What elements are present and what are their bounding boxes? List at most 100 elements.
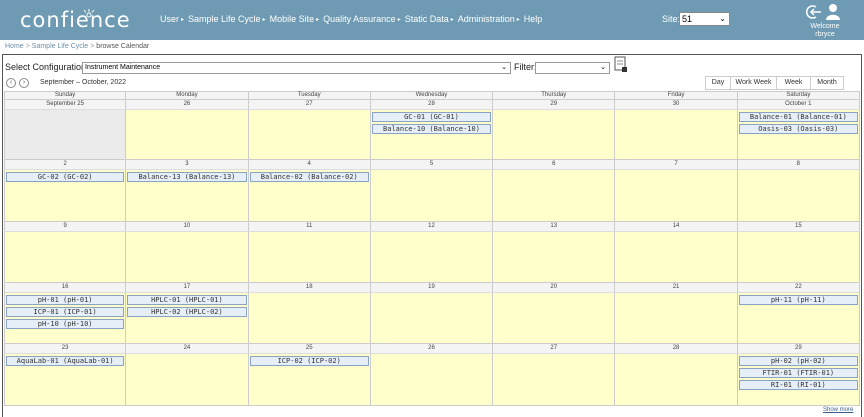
day-number[interactable]: 29 — [737, 344, 860, 354]
day-cell[interactable]: Balance-02 (Balance-02) — [248, 170, 371, 222]
day-number[interactable]: 12 — [370, 222, 494, 232]
document-filter-icon[interactable] — [614, 56, 628, 73]
calendar-event[interactable]: ICP-01 (ICP-01) — [6, 307, 125, 317]
menu-quality-assurance[interactable]: Quality Assurance — [323, 14, 396, 26]
configuration-select[interactable]: Instrument Maintenance ⌄ — [82, 62, 511, 74]
day-cell[interactable] — [615, 354, 738, 406]
day-cell[interactable] — [370, 232, 494, 283]
day-number[interactable]: 24 — [126, 344, 249, 354]
day-number[interactable]: 11 — [248, 222, 371, 232]
next-arrow-icon[interactable]: › — [19, 78, 29, 88]
day-cell[interactable] — [370, 170, 494, 222]
tab-month[interactable]: Month — [810, 76, 844, 90]
day-cell[interactable] — [493, 232, 616, 283]
day-cell[interactable] — [248, 232, 371, 283]
day-number[interactable]: 8 — [737, 160, 860, 170]
day-number[interactable]: October 1 — [737, 100, 860, 110]
day-number[interactable]: 25 — [248, 344, 371, 354]
day-cell[interactable]: Balance-01 (Balance-01) Oasis-03 (Oasis-0… — [737, 110, 860, 160]
day-number[interactable]: 9 — [4, 222, 127, 232]
confience-logo[interactable]: confience — [20, 8, 131, 32]
calendar-event[interactable]: pH-10 (pH-10) — [6, 319, 125, 329]
calendar-event[interactable]: ICP-02 (ICP-02) — [249, 356, 369, 366]
day-cell[interactable] — [126, 232, 249, 283]
day-cell[interactable] — [370, 354, 494, 406]
day-number[interactable]: 29 — [493, 100, 616, 110]
calendar-event[interactable]: HPLC-02 (HPLC-02) — [127, 307, 247, 317]
breadcrumb-sample-life-cycle[interactable]: Sample Life Cycle — [32, 43, 88, 50]
user-icon[interactable] — [826, 3, 840, 20]
menu-administration[interactable]: Administration — [458, 14, 515, 26]
day-number[interactable]: 5 — [370, 160, 494, 170]
day-cell[interactable] — [126, 354, 249, 406]
day-cell[interactable] — [737, 232, 860, 283]
previous-arrow-icon[interactable]: ‹ — [6, 78, 16, 88]
day-number[interactable]: 19 — [370, 283, 494, 293]
calendar-event[interactable]: Oasis-03 (Oasis-03) — [738, 124, 858, 134]
day-number[interactable]: 2 — [4, 160, 127, 170]
day-cell[interactable] — [493, 170, 616, 222]
day-number[interactable]: 30 — [615, 100, 738, 110]
day-cell[interactable] — [126, 110, 249, 160]
day-cell[interactable] — [493, 354, 616, 406]
menu-mobile-site[interactable]: Mobile Site — [270, 14, 315, 26]
day-number[interactable]: 3 — [126, 160, 249, 170]
day-number[interactable]: 28 — [615, 344, 738, 354]
filter-select[interactable]: ⌄ — [535, 62, 610, 74]
calendar-event[interactable]: pH-02 (pH-02) — [738, 356, 858, 366]
day-cell[interactable] — [615, 170, 738, 222]
day-cell[interactable] — [737, 170, 860, 222]
day-number[interactable]: 15 — [737, 222, 860, 232]
day-cell[interactable] — [615, 232, 738, 283]
breadcrumb-home[interactable]: Home — [5, 43, 24, 50]
menu-sample-life-cycle[interactable]: Sample Life Cycle — [188, 14, 261, 26]
day-number[interactable]: September 25 — [4, 100, 127, 110]
day-number[interactable]: 13 — [493, 222, 616, 232]
day-cell[interactable]: AquaLab-01 (AquaLab-01) — [4, 354, 127, 406]
site-select[interactable]: 51 ⌄ — [679, 12, 730, 26]
menu-user[interactable]: User — [160, 14, 179, 26]
day-cell[interactable]: Balance-13 (Balance-13) — [126, 170, 249, 222]
day-number[interactable]: 26 — [126, 100, 249, 110]
calendar-event[interactable]: pH-01 (pH-01) — [6, 295, 125, 305]
day-number[interactable]: 27 — [248, 100, 371, 110]
calendar-event[interactable]: Balance-02 (Balance-02) — [249, 172, 369, 182]
day-cell[interactable] — [4, 232, 127, 283]
day-cell[interactable] — [248, 110, 371, 160]
day-cell[interactable] — [370, 293, 494, 344]
calendar-event[interactable]: HPLC-01 (HPLC-01) — [127, 295, 247, 305]
day-number[interactable]: 18 — [248, 283, 371, 293]
day-number[interactable]: 17 — [126, 283, 249, 293]
day-number[interactable]: 16 — [4, 283, 127, 293]
day-cell[interactable] — [615, 293, 738, 344]
day-number[interactable]: 27 — [493, 344, 616, 354]
menu-static-data[interactable]: Static Data — [405, 14, 449, 26]
day-cell[interactable]: pH-01 (pH-01) ICP-01 (ICP-01) pH-10 (pH-10… — [4, 293, 127, 344]
day-cell[interactable]: HPLC-01 (HPLC-01) HPLC-02 (HPLC-02) — [126, 293, 249, 344]
day-number[interactable]: 28 — [370, 100, 494, 110]
day-number[interactable]: 20 — [493, 283, 616, 293]
calendar-event[interactable]: Balance-01 (Balance-01) — [738, 112, 858, 122]
day-number[interactable]: 23 — [4, 344, 127, 354]
day-cell[interactable] — [615, 110, 738, 160]
day-cell[interactable] — [493, 110, 616, 160]
calendar-event[interactable]: AquaLab-01 (AquaLab-01) — [6, 356, 125, 366]
tab-day[interactable]: Day — [705, 76, 730, 90]
day-number[interactable]: 22 — [737, 283, 860, 293]
show-more-link[interactable]: Show more — [823, 407, 853, 413]
calendar-event[interactable]: GC-01 (GC-01) — [371, 112, 492, 122]
calendar-event[interactable]: GC-02 (GC-02) — [6, 172, 125, 182]
day-number[interactable]: 7 — [615, 160, 738, 170]
logout-icon[interactable] — [806, 5, 822, 19]
tab-work-week[interactable]: Work Week — [730, 76, 776, 90]
day-number[interactable]: 14 — [615, 222, 738, 232]
day-cell[interactable]: pH-02 (pH-02) FTIR-01 (FTIR-01) RI-01 (RI-… — [737, 354, 860, 406]
menu-help[interactable]: Help — [524, 14, 543, 26]
day-cell[interactable]: GC-01 (GC-01) Balance-10 (Balance-10) — [370, 110, 494, 160]
day-cell[interactable]: ICP-02 (ICP-02) — [248, 354, 371, 406]
calendar-event[interactable]: pH-11 (pH-11) — [738, 295, 858, 305]
day-number[interactable]: 10 — [126, 222, 249, 232]
calendar-event[interactable]: Balance-10 (Balance-10) — [371, 124, 492, 134]
day-cell[interactable] — [4, 110, 127, 160]
day-number[interactable]: 21 — [615, 283, 738, 293]
